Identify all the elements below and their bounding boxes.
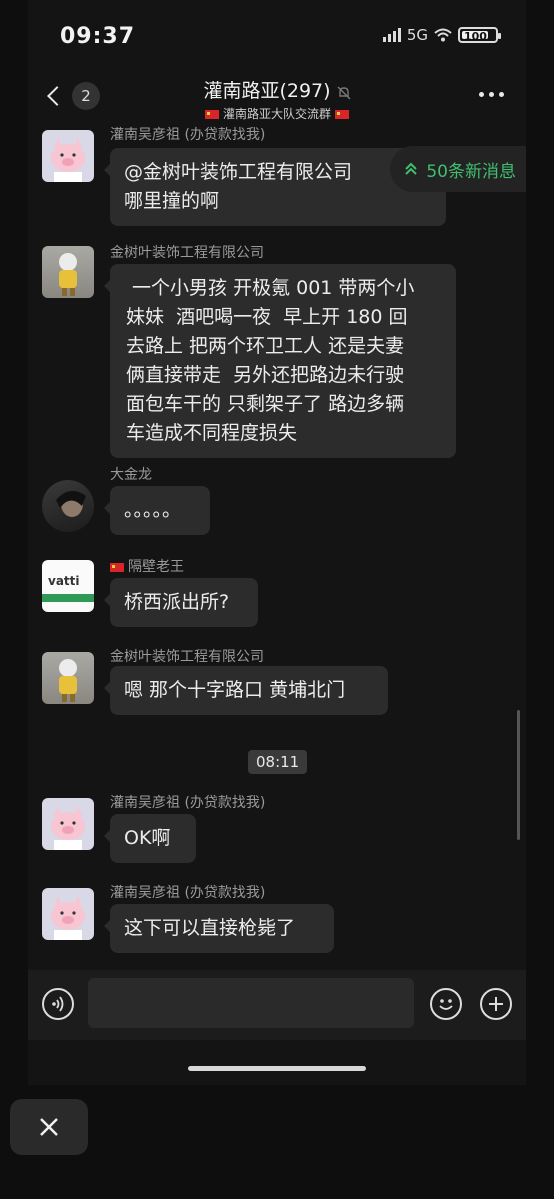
message-line: 这下可以直接枪毙了 bbox=[124, 917, 296, 939]
sender-name-text: 隔壁老王 bbox=[128, 559, 184, 575]
message-line: 。。。。。 bbox=[124, 499, 182, 521]
emoji-button[interactable] bbox=[430, 988, 462, 1020]
scrollbar[interactable] bbox=[517, 710, 520, 840]
timestamp-label: 08:11 bbox=[248, 750, 308, 774]
flag-icon bbox=[204, 110, 219, 119]
pig-avatar-icon bbox=[51, 138, 85, 182]
title-block: 灌南路亚(297) 灌南路亚大队交流群 bbox=[28, 76, 526, 122]
message-line: 嗯 那个十字路口 黄埔北门 bbox=[124, 679, 346, 701]
avatar[interactable] bbox=[42, 798, 94, 850]
new-messages-label: 50条新消息 bbox=[426, 161, 516, 182]
figure-avatar-icon bbox=[59, 253, 77, 296]
avatar[interactable]: vatti bbox=[42, 560, 94, 612]
message-list[interactable]: 灌南吴彦祖 (办贷款找我) @金树叶装饰工程有限公司 哪里撞的啊 50条新消息 bbox=[28, 124, 526, 970]
signal-icon bbox=[382, 28, 401, 42]
sender-name: 大金龙 bbox=[110, 467, 152, 483]
group-title: 灌南路亚(297) bbox=[203, 80, 331, 102]
close-button[interactable] bbox=[10, 1099, 88, 1155]
status-icons: 5G 100 bbox=[382, 26, 501, 44]
chat-screen: 09:37 5G 100 2 灌南路亚(297) 灌南路亚大队交流群 灌南吴彦祖… bbox=[28, 0, 526, 1085]
status-bar: 09:37 5G 100 bbox=[28, 0, 526, 72]
message-line: 妹妹 酒吧喝一夜 早上开 180 回 bbox=[126, 306, 408, 328]
message-bubble[interactable]: 一个小男孩 开极氪 001 带两个小 妹妹 酒吧喝一夜 早上开 180 回 去路… bbox=[104, 264, 456, 458]
network-label: 5G bbox=[406, 26, 428, 44]
person-avatar-icon bbox=[56, 490, 86, 517]
message-line: 去路上 把两个环卫工人 还是夫妻 bbox=[126, 335, 405, 357]
sender-name: 金树叶装饰工程有限公司 bbox=[110, 649, 264, 665]
sender-name: 灌南吴彦祖 (办贷款找我) bbox=[110, 885, 266, 901]
message-bubble[interactable]: 。。。。。 bbox=[104, 486, 210, 535]
sender-name: 灌南吴彦祖 (办贷款找我) bbox=[110, 795, 266, 811]
wifi-icon bbox=[434, 28, 452, 42]
more-options-icon[interactable] bbox=[479, 92, 504, 97]
message-line: 桥西派出所? bbox=[124, 591, 230, 613]
sender-name: 金树叶装饰工程有限公司 bbox=[110, 245, 264, 261]
message-bubble[interactable]: 嗯 那个十字路口 黄埔北门 bbox=[104, 666, 388, 715]
message-line: 哪里撞的啊 bbox=[124, 190, 220, 212]
close-icon bbox=[40, 1118, 58, 1136]
message-bubble[interactable]: 桥西派出所? bbox=[104, 578, 258, 627]
plus-icon bbox=[489, 997, 503, 1011]
input-bar bbox=[28, 970, 526, 1040]
group-subtitle-text: 灌南路亚大队交流群 bbox=[222, 107, 331, 121]
flag-icon bbox=[110, 562, 124, 572]
emoji-icon bbox=[439, 999, 453, 1010]
avatar[interactable] bbox=[42, 130, 94, 182]
new-messages-button[interactable]: 50条新消息 bbox=[390, 146, 526, 192]
avatar[interactable] bbox=[42, 652, 94, 704]
avatar[interactable] bbox=[42, 888, 94, 940]
double-chevron-up-icon bbox=[405, 162, 418, 175]
home-indicator[interactable] bbox=[188, 1066, 366, 1071]
pig-avatar-icon bbox=[51, 896, 85, 940]
voice-input-button[interactable] bbox=[42, 988, 74, 1020]
pig-avatar-icon bbox=[51, 806, 85, 850]
message-line: OK啊 bbox=[124, 827, 171, 849]
sender-name: 隔壁老王 bbox=[110, 556, 184, 576]
more-actions-button[interactable] bbox=[480, 988, 512, 1020]
message-line: 一个小男孩 开极氪 001 带两个小 bbox=[126, 277, 415, 299]
avatar[interactable] bbox=[42, 480, 94, 532]
message-bubble[interactable]: 这下可以直接枪毙了 bbox=[104, 904, 334, 953]
battery-icon: 100 bbox=[458, 27, 501, 43]
message-input[interactable] bbox=[88, 978, 414, 1028]
battery-level: 100 bbox=[464, 30, 487, 43]
flag-icon bbox=[335, 110, 349, 119]
message-line: 俩直接带走 另外还把路边未行驶 bbox=[126, 364, 405, 386]
mute-bell-icon bbox=[337, 86, 351, 99]
avatar[interactable] bbox=[42, 246, 94, 298]
figure-avatar-icon bbox=[59, 659, 77, 702]
chat-header: 2 灌南路亚(297) 灌南路亚大队交流群 bbox=[28, 72, 526, 124]
avatar-brand-text: vatti bbox=[48, 574, 80, 588]
voice-icon bbox=[52, 996, 64, 1012]
message-line: @金树叶装饰工程有限公司 bbox=[124, 161, 353, 183]
message-line: 面包车干的 只剩架子了 路边多辆 bbox=[126, 393, 405, 415]
message-line: 车造成不同程度损失 bbox=[126, 422, 298, 444]
status-time: 09:37 bbox=[60, 24, 136, 49]
message-bubble[interactable]: OK啊 bbox=[104, 814, 196, 863]
group-subtitle: 灌南路亚大队交流群 bbox=[28, 105, 526, 122]
sender-name: 灌南吴彦祖 (办贷款找我) bbox=[110, 127, 266, 143]
